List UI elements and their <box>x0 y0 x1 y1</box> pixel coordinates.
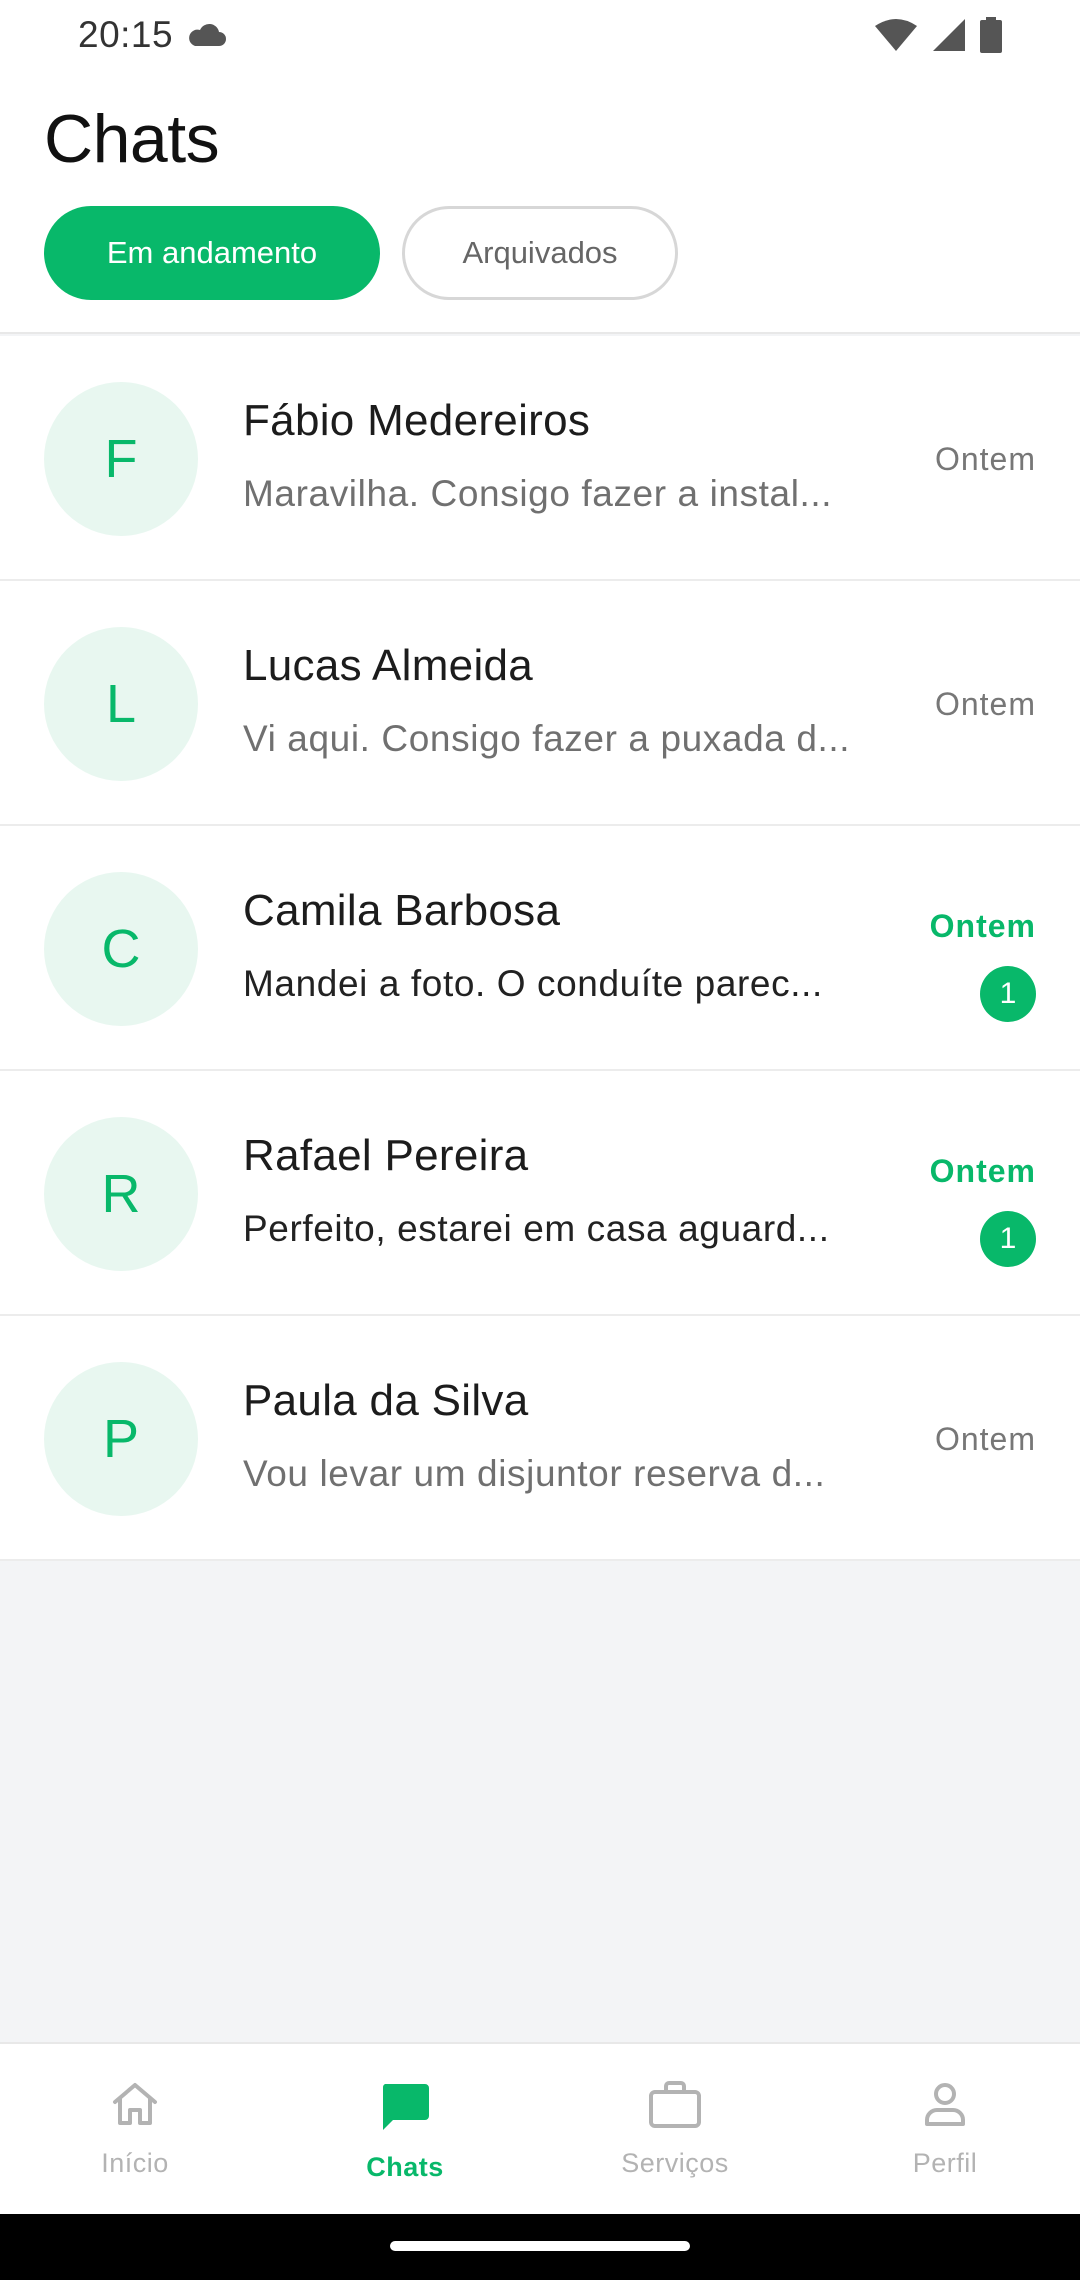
avatar: L <box>44 627 198 781</box>
chat-row[interactable]: L Lucas Almeida Vi aqui. Consigo fazer a… <box>0 581 1080 826</box>
avatar: C <box>44 872 198 1026</box>
system-gesture-bar <box>0 2214 1080 2280</box>
status-bar: 20:15 <box>0 0 1080 70</box>
status-time: 20:15 <box>78 14 174 55</box>
chat-time: Ontem <box>934 441 1036 477</box>
nav-label: Perfil <box>912 2148 978 2178</box>
wifi-icon <box>875 19 917 51</box>
chat-filter-tabs: Em andamento Arquivados <box>44 206 678 300</box>
screen: 20:15 Chats Em andamento Arquivados F Fá… <box>0 0 1080 2280</box>
page-title: Chats <box>44 101 220 177</box>
chat-name: Rafael Pereira <box>243 1131 529 1180</box>
chat-icon <box>382 2084 429 2130</box>
signal-icon <box>933 19 965 51</box>
unread-badge: 1 <box>980 966 1036 1022</box>
chat-time: Ontem <box>929 1153 1036 1189</box>
briefcase-icon <box>649 2081 701 2128</box>
chat-list: F Fábio Medereiros Maravilha. Consigo fa… <box>0 336 1080 1561</box>
chat-name: Lucas Almeida <box>243 641 534 690</box>
chat-name: Camila Barbosa <box>243 886 561 935</box>
home-icon <box>113 2083 157 2125</box>
chat-preview: Vi aqui. Consigo fazer a puxada d... <box>243 718 851 759</box>
chat-row[interactable]: C Camila Barbosa Mandei a foto. O conduí… <box>0 826 1080 1071</box>
cloud-icon <box>189 23 227 46</box>
home-indicator[interactable] <box>390 2241 690 2251</box>
battery-icon <box>980 17 1002 53</box>
nav-item-inicio[interactable]: Início <box>0 2044 270 2214</box>
chat-time: Ontem <box>934 1421 1036 1457</box>
avatar: F <box>44 382 198 536</box>
nav-item-chats[interactable]: Chats <box>270 2044 540 2214</box>
avatar: R <box>44 1117 198 1271</box>
bottom-nav: Início Chats Serviços Perfil <box>0 2042 1080 2214</box>
tab-arquivados[interactable]: Arquivados <box>402 206 678 300</box>
chat-preview: Perfeito, estarei em casa aguard... <box>243 1208 830 1249</box>
chat-row[interactable]: R Rafael Pereira Perfeito, estarei em ca… <box>0 1071 1080 1316</box>
chat-name: Paula da Silva <box>243 1376 529 1425</box>
chat-row[interactable]: F Fábio Medereiros Maravilha. Consigo fa… <box>0 336 1080 581</box>
chat-name: Fábio Medereiros <box>243 396 591 445</box>
chat-time: Ontem <box>934 686 1036 722</box>
chat-preview: Maravilha. Consigo fazer a instal... <box>243 473 833 514</box>
chat-time: Ontem <box>929 908 1036 944</box>
chat-preview: Vou levar um disjuntor reserva d... <box>243 1453 826 1494</box>
nav-label: Início <box>101 2148 169 2178</box>
tab-em-andamento[interactable]: Em andamento <box>44 206 380 300</box>
nav-item-servicos[interactable]: Serviços <box>540 2044 810 2214</box>
chat-preview: Mandei a foto. O conduíte parec... <box>243 963 823 1004</box>
header: Chats Em andamento Arquivados <box>0 70 1080 334</box>
avatar: P <box>44 1362 198 1516</box>
profile-icon <box>925 2083 965 2126</box>
nav-label: Chats <box>366 2152 444 2182</box>
nav-item-perfil[interactable]: Perfil <box>810 2044 1080 2214</box>
unread-badge: 1 <box>980 1211 1036 1267</box>
chat-row[interactable]: P Paula da Silva Vou levar um disjuntor … <box>0 1316 1080 1561</box>
nav-label: Serviços <box>621 2148 729 2178</box>
